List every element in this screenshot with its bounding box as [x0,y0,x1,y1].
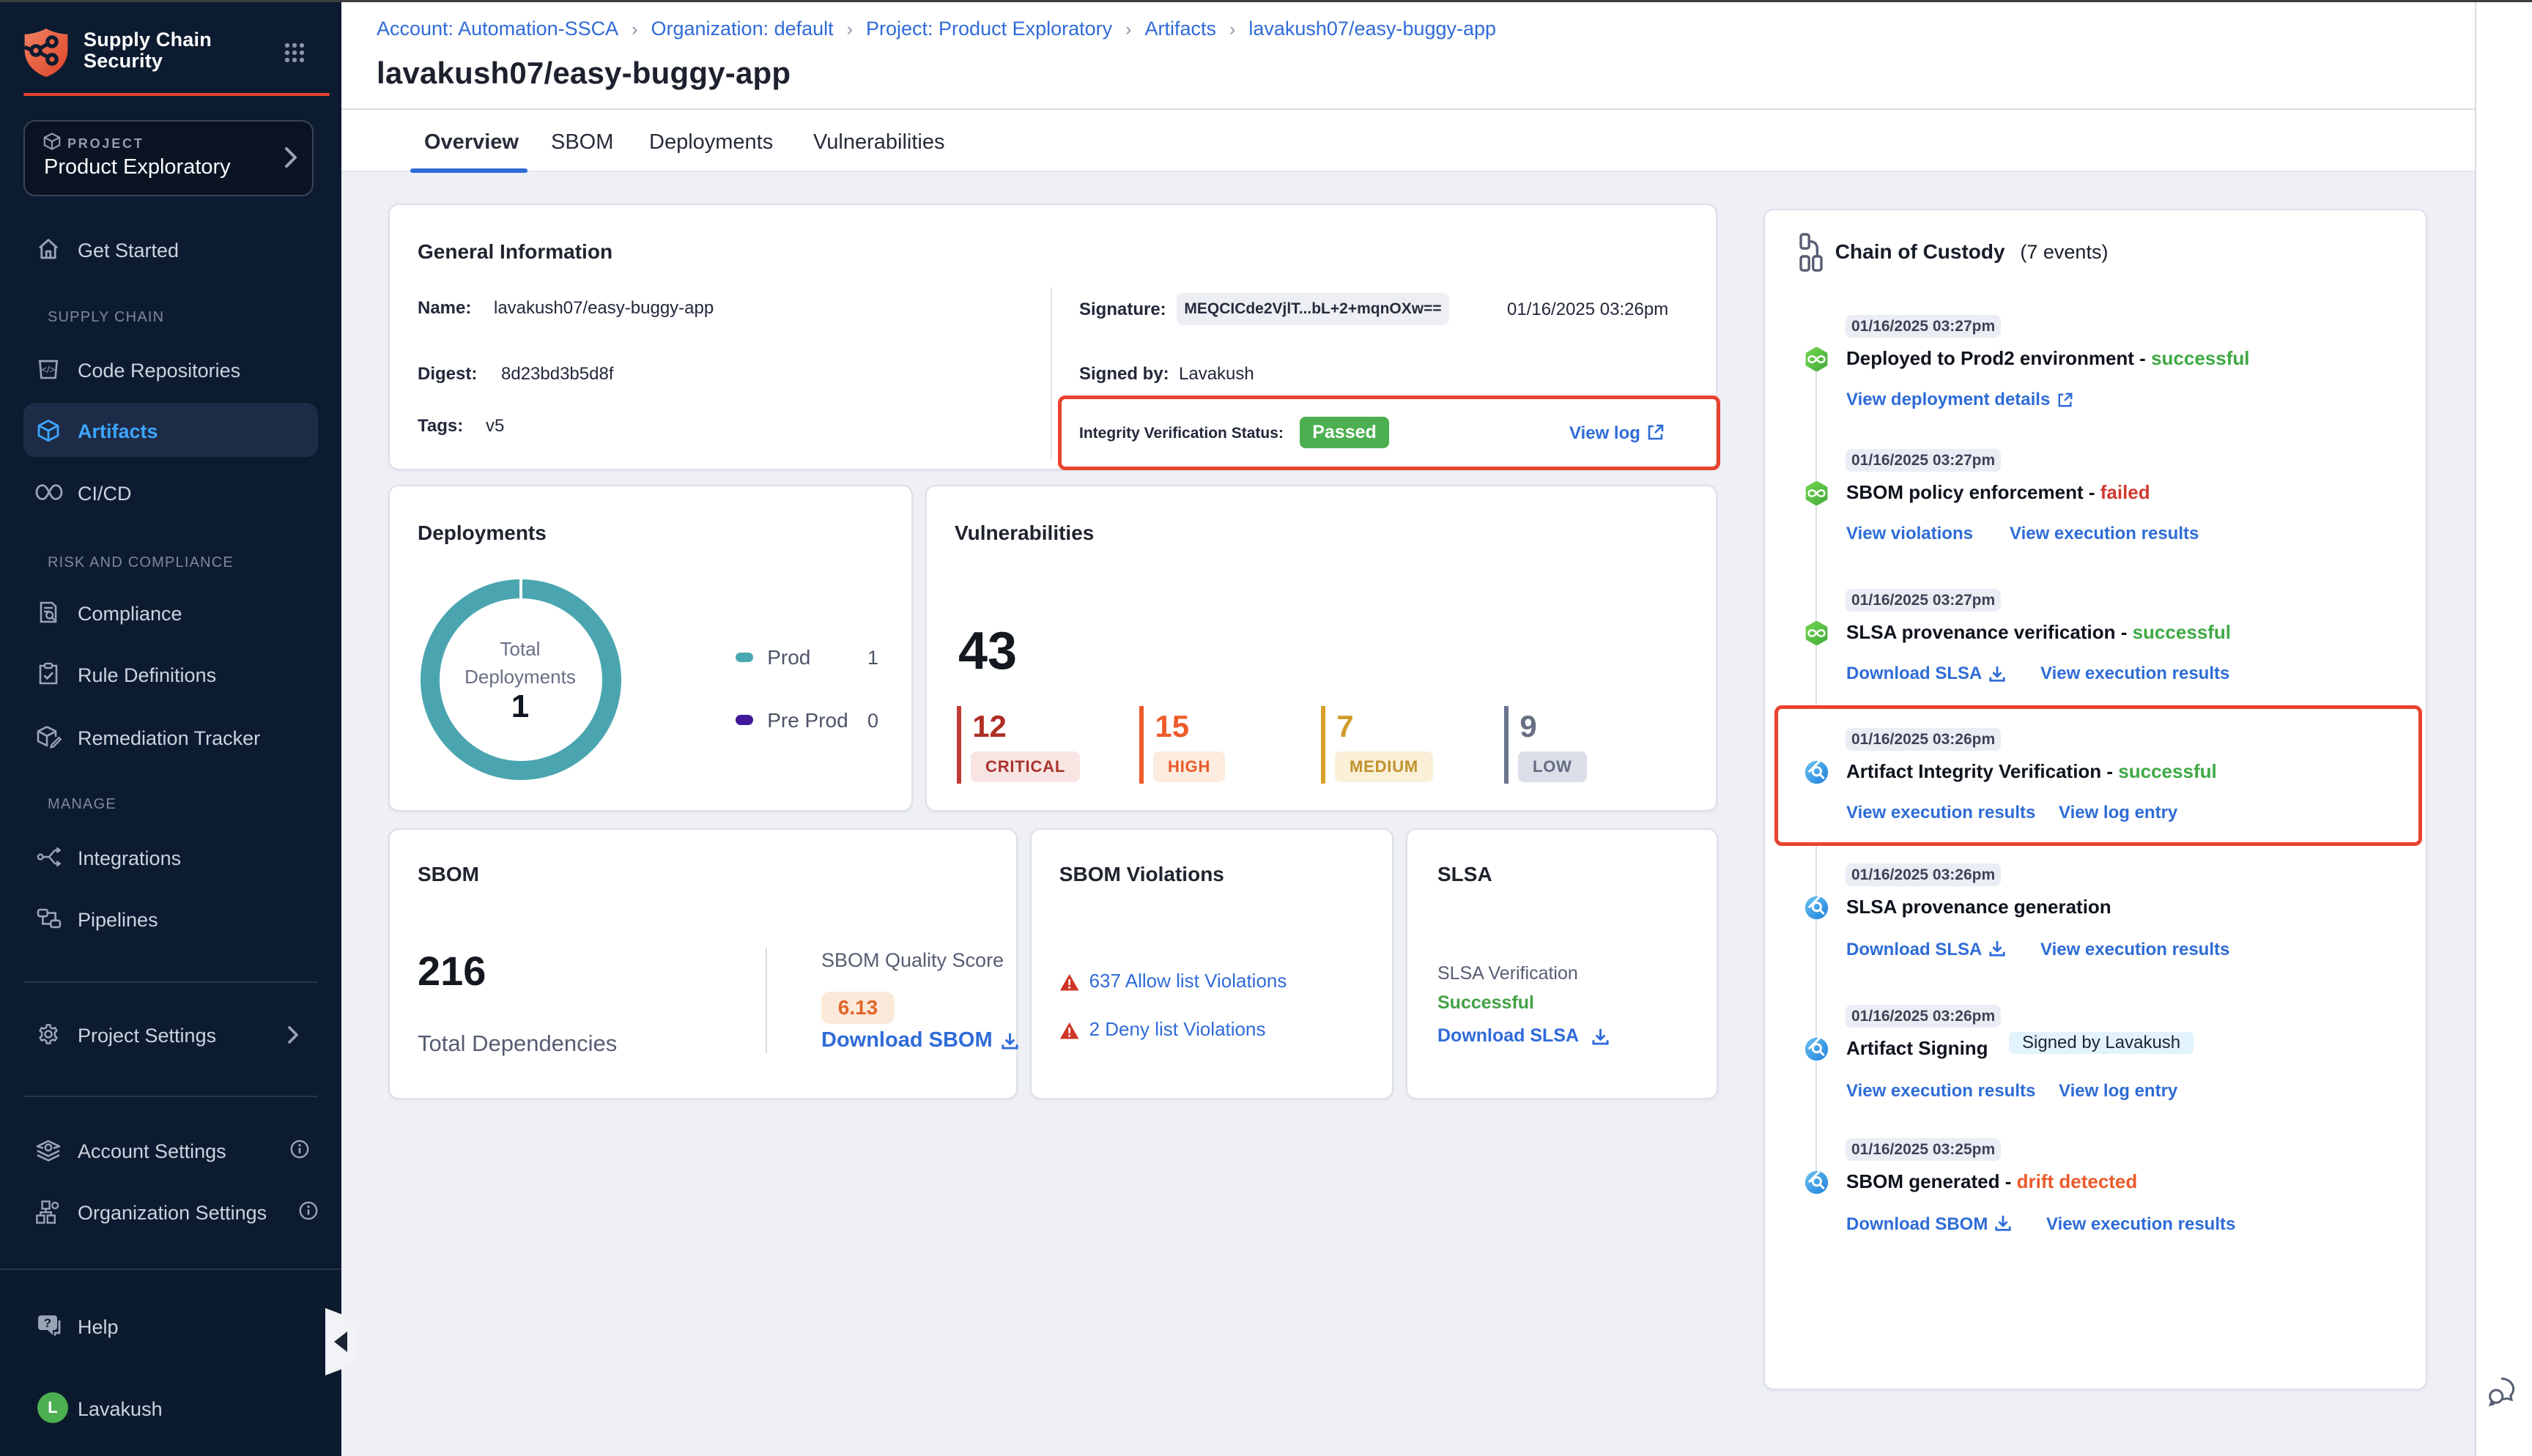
svg-text:?: ? [44,1316,51,1330]
svg-text:</>: </> [42,364,56,375]
